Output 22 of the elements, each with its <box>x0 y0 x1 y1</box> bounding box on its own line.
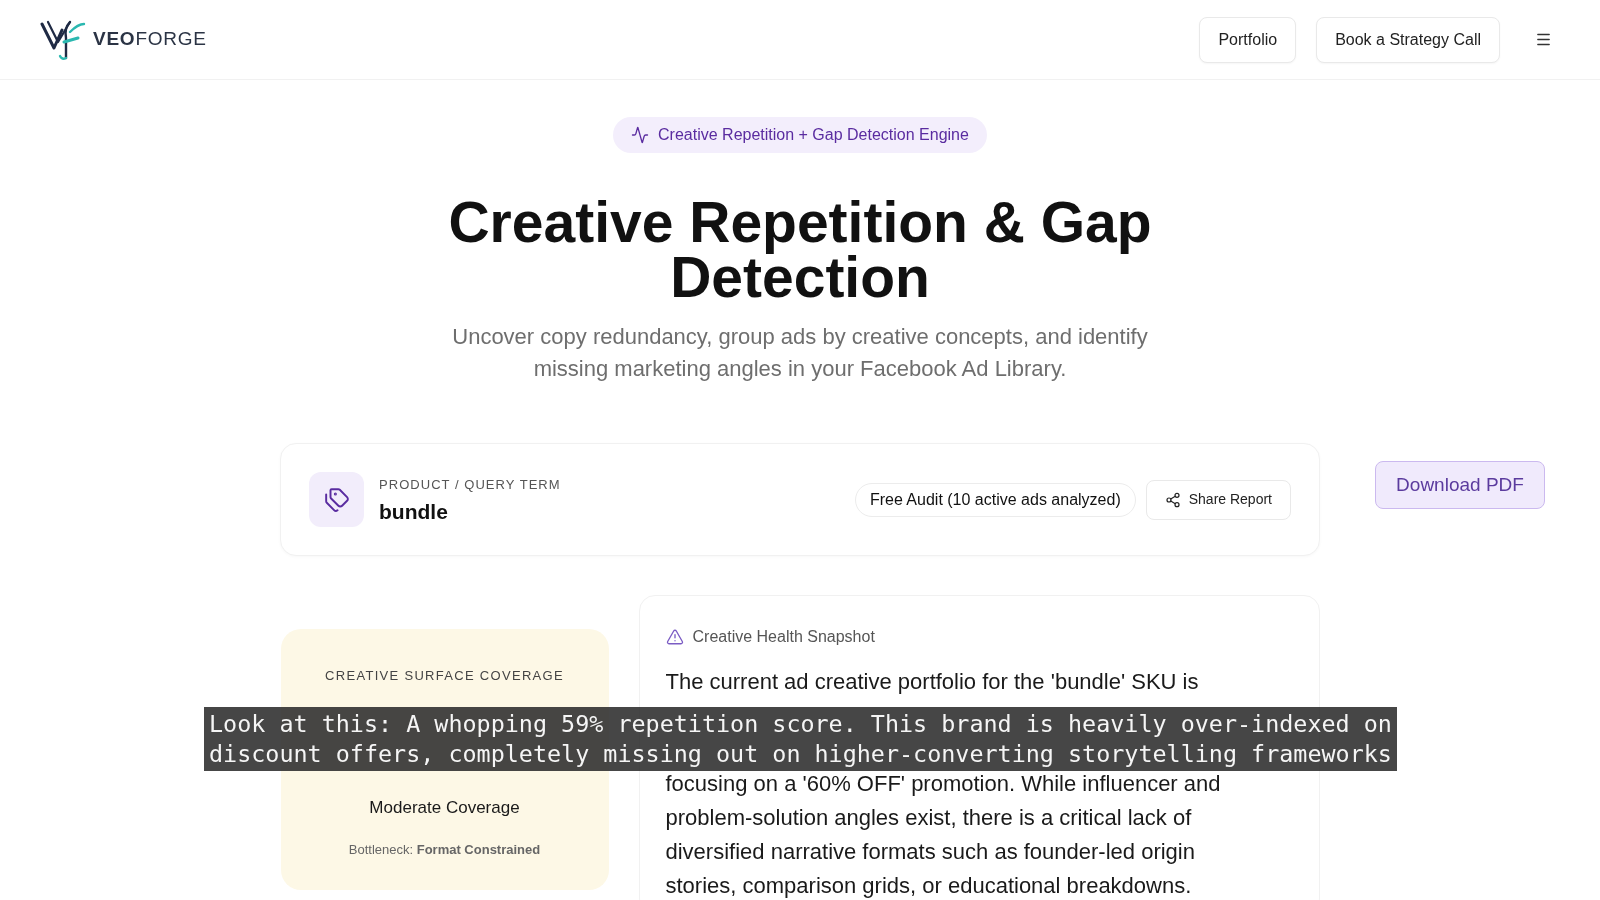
coverage-rating: Moderate Coverage <box>369 796 520 819</box>
video-caption: Look at this: A whopping 59% repetition score. This brand is heavily over-indexed on discount offers, completely missing out on higher-converting storytelling frameworks <box>204 707 1397 771</box>
coverage-heading: CREATIVE SURFACE COVERAGE <box>325 667 564 685</box>
warning-icon <box>665 628 684 646</box>
query-label: PRODUCT / QUERY TERM <box>379 475 561 494</box>
nav-button[interactable]: Portfolio <box>1199 16 1297 63</box>
tags-icon <box>309 472 364 527</box>
page-subtitle: Uncover copy redundancy, group ads by creative concepts, and identify missing marketing angles in your Facebook Ad Library. <box>451 323 1149 383</box>
menu-icon[interactable] <box>1535 31 1552 48</box>
download-pdf-button[interactable]: Download PDF <box>1375 461 1545 509</box>
share-icon <box>1164 491 1181 508</box>
bottleneck-text: Bottleneck: Format Constrained <box>348 841 541 859</box>
badge-text: Creative Repetition + Gap Detection Engine <box>658 125 969 145</box>
page-title: Creative Repetition & Gap Detection <box>447 195 1153 305</box>
snapshot-text: focusing on a '60% OFF' promotion. While influencer and problem-solution angles exist, there is a critical lack of diversified narrative formats such as founder-led origin stories, comparison grids, or educational breakdowns. <box>665 770 1222 900</box>
query-value: bundle <box>379 500 449 525</box>
brand-name[interactable]: VEOFORGE <box>93 25 207 54</box>
nav-button[interactable]: Book a Strategy Call <box>1316 16 1500 63</box>
share-report-button[interactable]: Share Report <box>1145 479 1291 520</box>
pulse-icon <box>631 126 650 144</box>
snapshot-text: The current ad creative portfolio for the 'bundle' SKU is <box>665 668 1200 696</box>
snapshot-title: Creative Health Snapshot <box>692 627 875 647</box>
